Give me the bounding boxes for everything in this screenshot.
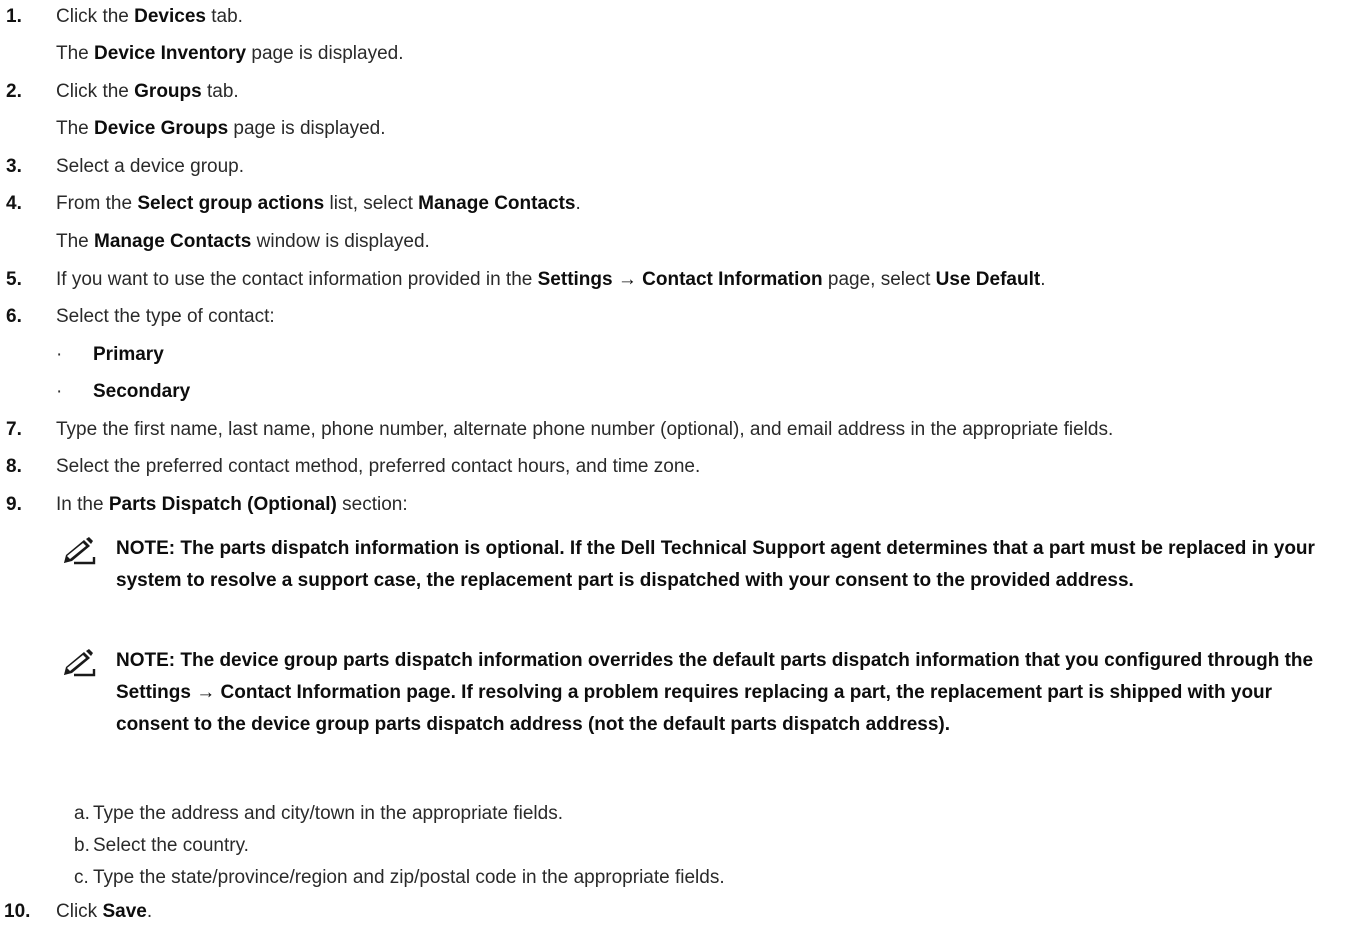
pencil-note-icon [60, 649, 100, 677]
step-text: Click Save. [56, 896, 152, 928]
step-7: 7. Type the first name, last name, phone… [0, 414, 1349, 446]
step-4: 4. From the Select group actions list, s… [0, 188, 1349, 220]
step-text: If you want to use the contact informati… [56, 264, 1045, 296]
step-number: 3. [6, 156, 22, 177]
step-text-part: From the [56, 193, 138, 214]
step-10: 10. Click Save. [0, 896, 1349, 928]
step-text-part: page, select [822, 269, 936, 290]
substep-text: Type the address and city/town in the ap… [93, 803, 563, 824]
step-text-part: tab. [205, 6, 243, 27]
result-text-part: The [56, 118, 95, 139]
result-text-part: page is displayed. [228, 118, 386, 139]
step-text: Click the Devices tab. [56, 1, 243, 33]
step-text: Select a device group. [56, 156, 245, 177]
result-text-part: window is displayed. [251, 231, 430, 252]
step-text-part: . [146, 901, 153, 922]
step-text-part: . [1040, 269, 1046, 290]
step-8: 8. Select the preferred contact method, … [0, 451, 1349, 483]
bullet-dot-icon: · [56, 344, 63, 365]
step-6: 6. Select the type of contact: [0, 301, 1349, 333]
bullet-label: Primary [93, 344, 164, 365]
step-number: 4. [6, 193, 22, 214]
pencil-note-icon [60, 537, 100, 565]
substep-text: Select the country. [93, 835, 249, 856]
step-text: Select the type of contact: [56, 306, 275, 327]
step-text-part: list, select [324, 193, 419, 214]
note-text: NOTE: The device group parts dispatch in… [116, 650, 1314, 735]
ui-term: Groups [134, 81, 202, 102]
ui-term: Select group actions [137, 193, 325, 214]
step-number: 5. [6, 269, 22, 290]
ui-term: Manage Contacts [94, 231, 252, 252]
ui-term: Devices [134, 6, 206, 27]
step-text: Type the first name, last name, phone nu… [56, 419, 1114, 440]
result-text-part: page is displayed. [246, 43, 404, 64]
step-4-result: The Manage Contacts window is displayed. [56, 226, 430, 258]
bullet-dot-icon: · [56, 381, 63, 402]
ui-term: Device Groups [94, 118, 229, 139]
step-number: 10. [4, 901, 31, 922]
substep-letter: a. [74, 803, 90, 824]
step-number: 8. [6, 456, 22, 477]
step-3: 3. Select a device group. [0, 151, 1349, 183]
step-text-part: In the [56, 494, 109, 515]
substep-letter: c. [74, 867, 89, 888]
step-text-part: . [575, 193, 581, 214]
step-text-part: If you want to use the contact informati… [56, 269, 538, 290]
step-number: 2. [6, 81, 22, 102]
step-2: 2. Click the Groups tab. [0, 76, 1349, 108]
ui-term: Manage Contacts [418, 193, 576, 214]
ui-term: Save [102, 901, 147, 922]
result-text-part: The [56, 231, 95, 252]
step-number: 9. [6, 494, 22, 515]
step-1-result: The Device Inventory page is displayed. [56, 38, 404, 70]
ui-term: Use Default [935, 269, 1041, 290]
step-text-part: Click the [56, 81, 135, 102]
step-1: 1. Click the Devices tab. [0, 1, 1349, 33]
step-text: Click the Groups tab. [56, 76, 239, 108]
step-text: Select the preferred contact method, pre… [56, 456, 701, 477]
ui-term: Settings → Contact Information [537, 269, 823, 290]
ui-term: Parts Dispatch (Optional) [108, 494, 337, 515]
step-9: 9. In the Parts Dispatch (Optional) sect… [0, 489, 1349, 521]
step-text: From the Select group actions list, sele… [56, 188, 581, 220]
step-number: 6. [6, 306, 22, 327]
ui-term: Device Inventory [94, 43, 247, 64]
step-text: In the Parts Dispatch (Optional) section… [56, 489, 408, 521]
step-2-result: The Device Groups page is displayed. [56, 113, 386, 145]
step-5: 5. If you want to use the contact inform… [0, 264, 1349, 296]
result-text-part: The [56, 43, 95, 64]
step-text-part: tab. [201, 81, 239, 102]
substep-text: Type the state/province/region and zip/p… [93, 867, 725, 888]
step-text-part: section: [336, 494, 408, 515]
step-number: 1. [6, 6, 22, 27]
step-number: 7. [6, 419, 22, 440]
step-text-part: Click [56, 901, 103, 922]
note-text: NOTE: The parts dispatch information is … [116, 538, 1315, 591]
bullet-label: Secondary [93, 381, 191, 402]
step-text-part: Click the [56, 6, 135, 27]
substep-letter: b. [74, 835, 90, 856]
